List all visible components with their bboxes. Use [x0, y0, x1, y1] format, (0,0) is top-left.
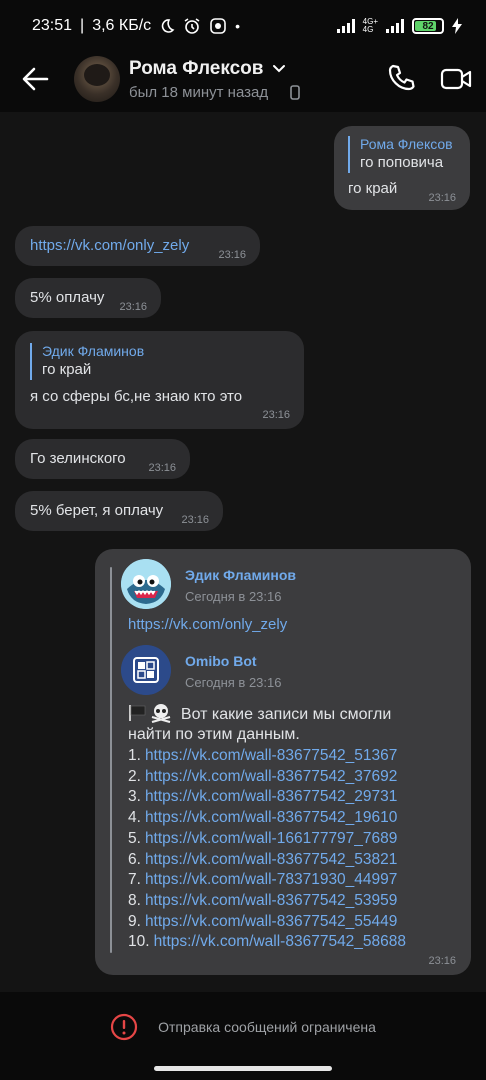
- chevron-down-icon[interactable]: [272, 64, 286, 74]
- message-bubble-incoming[interactable]: 5% оплачу 23:16: [15, 278, 161, 318]
- black-flag-icon: [128, 705, 146, 721]
- signal-icon: [336, 19, 355, 33]
- reply-author: Эдик Фламинов: [42, 343, 145, 359]
- reply-author: Рома Флексов: [360, 136, 453, 152]
- avatar[interactable]: [121, 645, 171, 695]
- chat-header: Рома Флексов был 18 минут назад: [0, 52, 486, 112]
- avatar[interactable]: [74, 56, 120, 102]
- omibo-logo-icon: [121, 645, 171, 695]
- charging-icon: [452, 18, 462, 34]
- message-time: 23:16: [119, 301, 147, 313]
- message-text: 5% берет, я оплачу: [30, 502, 164, 519]
- result-link[interactable]: https://vk.com/wall-83677542_29731: [145, 788, 397, 805]
- result-list-item: 3. https://vk.com/wall-83677542_29731: [128, 787, 397, 807]
- reply-quote[interactable]: Рома Флексов го поповича: [348, 136, 453, 173]
- forwarded-date: Сегодня в 23:16: [185, 589, 282, 604]
- video-call-icon[interactable]: [440, 65, 472, 93]
- message-bubble-outgoing[interactable]: Рома Флексов го поповича го край 23:16: [334, 126, 470, 210]
- result-link[interactable]: https://vk.com/wall-83677542_19610: [145, 809, 397, 826]
- result-list-item: 7. https://vk.com/wall-78371930_44997: [128, 870, 397, 890]
- result-link[interactable]: https://vk.com/wall-78371930_44997: [145, 871, 397, 888]
- result-number: 10.: [128, 933, 150, 951]
- result-list-item: 2. https://vk.com/wall-83677542_37692: [128, 767, 397, 787]
- avatar[interactable]: [121, 559, 171, 609]
- result-link[interactable]: https://vk.com/wall-83677542_37692: [145, 768, 397, 785]
- result-number: 2.: [128, 767, 141, 785]
- reply-text: го поповича: [360, 154, 444, 171]
- back-arrow-icon[interactable]: [20, 64, 50, 94]
- bot-intro-line-1: Вот какие записи мы смогли: [128, 703, 391, 725]
- home-indicator[interactable]: [154, 1066, 332, 1071]
- result-link[interactable]: https://vk.com/wall-83677542_51367: [145, 747, 397, 764]
- status-bar: 23:51 | 3,6 КБ/с • 4G+ 4G 82: [0, 0, 486, 52]
- message-time: 23:16: [428, 955, 456, 967]
- forwarded-date: Сегодня в 23:16: [185, 675, 282, 690]
- result-number: 9.: [128, 912, 141, 930]
- message-text: я со сферы бс,не знаю кто это: [30, 388, 243, 405]
- result-list-item: 8. https://vk.com/wall-83677542_53959: [128, 891, 397, 911]
- signal-icon-2: [386, 19, 404, 33]
- result-list-item: 6. https://vk.com/wall-83677542_53821: [128, 850, 397, 870]
- result-number: 4.: [128, 809, 141, 827]
- message-bubble-incoming[interactable]: 5% берет, я оплачу 23:16: [15, 491, 223, 531]
- warning-icon: [111, 1013, 138, 1041]
- message-bubble-incoming[interactable]: https://vk.com/only_zely 23:16: [15, 226, 260, 266]
- bot-intro-line-2: найти по этим данным.: [128, 726, 300, 743]
- result-number: 1.: [128, 747, 141, 764]
- last-seen-status: был 18 минут назад: [129, 84, 269, 101]
- clock: 23:51: [32, 17, 73, 34]
- message-time: 23:16: [181, 514, 209, 526]
- result-link[interactable]: https://vk.com/wall-83677542_53821: [145, 851, 397, 868]
- result-number: 6.: [128, 850, 141, 868]
- result-number: 5.: [128, 829, 141, 847]
- result-number: 3.: [128, 788, 141, 806]
- message-link[interactable]: https://vk.com/only_zely: [30, 236, 189, 256]
- moon-icon: [161, 19, 175, 33]
- restriction-text: Отправка сообщений ограничена: [158, 1019, 376, 1035]
- result-link[interactable]: https://vk.com/wall-83677542_55449: [145, 913, 397, 930]
- message-time: 23:16: [218, 249, 246, 261]
- result-list-item: 9. https://vk.com/wall-83677542_55449: [128, 912, 397, 932]
- skull-crossbones-icon: [150, 703, 172, 724]
- message-text: 5% оплачу: [30, 289, 105, 306]
- result-link[interactable]: https://vk.com/wall-166177797_7689: [145, 830, 397, 847]
- reply-text: го край: [42, 361, 92, 378]
- message-time: 23:16: [262, 409, 290, 421]
- forwarded-message-bubble[interactable]: Эдик Фламинов Сегодня в 23:16 https://vk…: [95, 549, 471, 975]
- message-bubble-incoming[interactable]: Го зелинского 23:16: [15, 439, 190, 479]
- shark-mascot-icon: [121, 559, 171, 609]
- alarm-icon: [184, 18, 200, 34]
- restriction-banner: Отправка сообщений ограничена: [0, 1002, 486, 1052]
- result-number: 7.: [128, 871, 141, 889]
- result-list-item: 4. https://vk.com/wall-83677542_19610: [128, 808, 397, 828]
- forwarded-author[interactable]: Omibo Bot: [185, 653, 257, 669]
- app-notification-icon: [210, 18, 226, 34]
- message-list[interactable]: Рома Флексов го поповича го край 23:16 h…: [0, 112, 486, 992]
- result-list-item: 5. https://vk.com/wall-166177797_7689: [128, 829, 397, 849]
- message-text: го край: [348, 180, 398, 197]
- message-time: 23:16: [148, 462, 176, 474]
- message-link[interactable]: https://vk.com/only_zely: [128, 615, 287, 635]
- forward-indicator: [110, 567, 112, 953]
- message-text: Го зелинского: [30, 450, 126, 467]
- message-bubble-incoming[interactable]: Эдик Фламинов го край я со сферы бс,не з…: [15, 331, 304, 429]
- message-time: 23:16: [428, 192, 456, 204]
- result-list-item: 1. https://vk.com/wall-83677542_51367: [128, 746, 397, 766]
- dot-icon: •: [235, 18, 241, 34]
- result-number: 8.: [128, 891, 141, 909]
- result-link[interactable]: https://vk.com/wall-83677542_58688: [154, 933, 406, 950]
- result-list-item: 10. https://vk.com/wall-83677542_58688: [128, 932, 406, 952]
- contact-name[interactable]: Рома Флексов: [129, 58, 263, 80]
- network-speed: 3,6 КБ/с: [92, 17, 152, 34]
- battery-icon: 82: [412, 18, 444, 34]
- forwarded-author[interactable]: Эдик Фламинов: [185, 567, 296, 583]
- reply-quote[interactable]: Эдик Фламинов го край: [30, 343, 144, 380]
- result-link[interactable]: https://vk.com/wall-83677542_53959: [145, 892, 397, 909]
- phone-icon[interactable]: [386, 63, 416, 93]
- mobile-device-icon: [290, 85, 300, 100]
